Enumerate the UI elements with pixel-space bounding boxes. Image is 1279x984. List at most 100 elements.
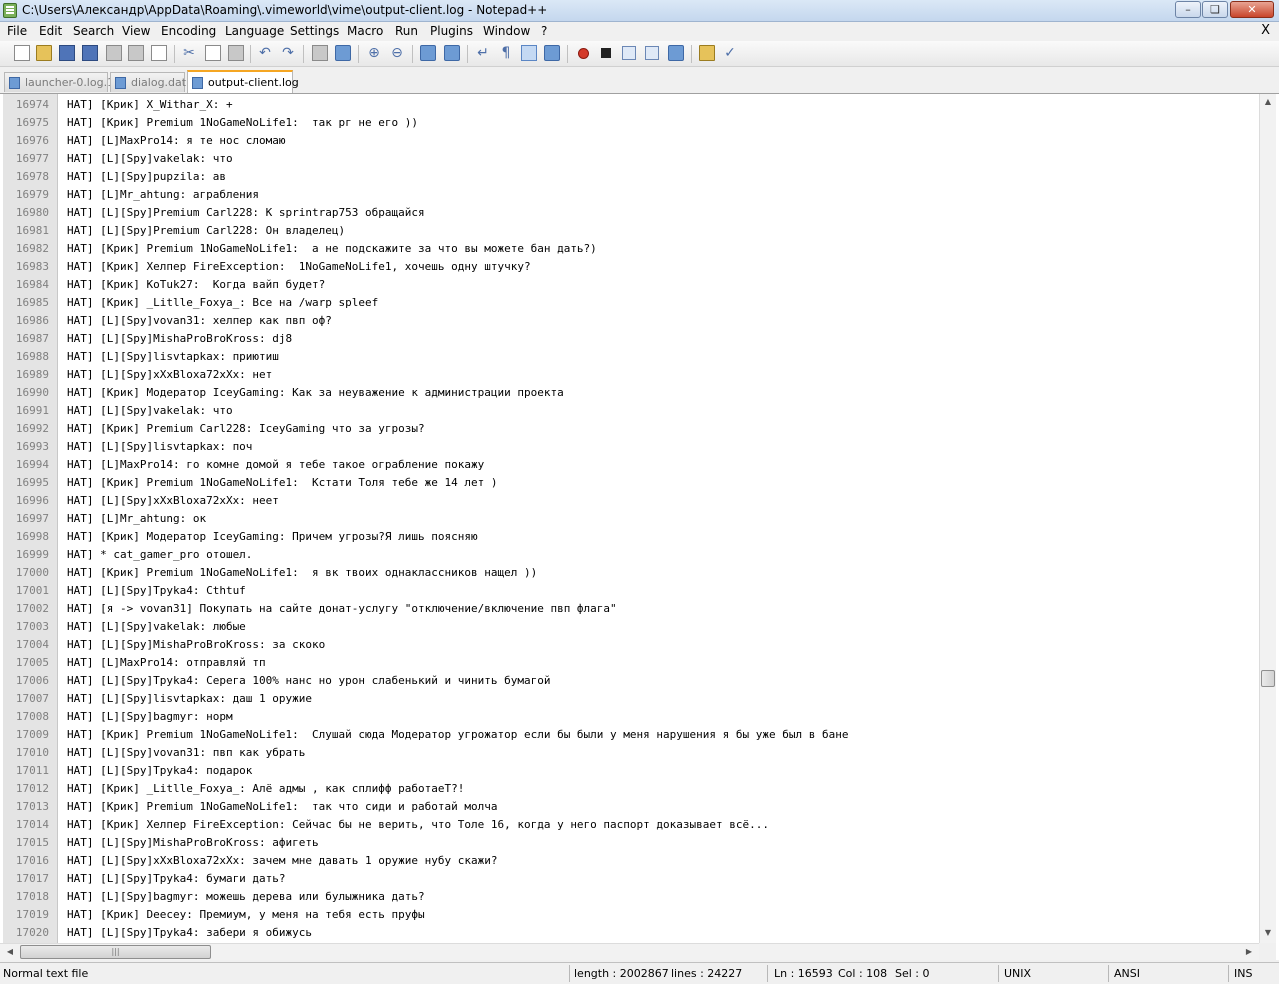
line-text[interactable]: HAT] [L]MaxPro14: я те нос сломаю — [67, 132, 286, 150]
tab-output-client-log[interactable]: output-client.log — [187, 70, 299, 93]
line-text[interactable]: HAT] [Крик] KoTuk27: Когда вайп будет? — [67, 276, 325, 294]
editor-line[interactable]: 16976 HAT] [L]MaxPro14: я те нос сломаю — [0, 132, 1258, 150]
line-text[interactable]: HAT] [L][Spy]MishaProBroKross: dj8 — [67, 330, 292, 348]
editor-line[interactable]: 16990 HAT] [Крик] Модератор IceyGaming: К… — [0, 384, 1258, 402]
document-map-icon[interactable] — [699, 45, 715, 61]
menu-view[interactable]: View — [122, 24, 150, 38]
line-text[interactable]: HAT] [L][Spy]pupzila: ав — [67, 168, 226, 186]
line-text[interactable]: HAT] [L]MaxPro14: отправляй тп — [67, 654, 266, 672]
copy-icon[interactable] — [205, 45, 221, 61]
menu-macro[interactable]: Macro — [347, 24, 383, 38]
menu-plugins[interactable]: Plugins — [430, 24, 473, 38]
editor-line[interactable]: 17003 HAT] [L][Spy]vakelak: любые — [0, 618, 1258, 636]
minimize-button[interactable]: – — [1175, 1, 1201, 18]
editor-line[interactable]: 16985 HAT] [Крик] _Litlle_Foxya_: Все на … — [0, 294, 1258, 312]
editor-line[interactable]: 16983 HAT] [Крик] Хелпер FireException: 1… — [0, 258, 1258, 276]
line-text[interactable]: HAT] * cat_gamer_pro отошел. — [67, 546, 252, 564]
notepadpp-app-icon[interactable] — [3, 3, 17, 18]
line-text[interactable]: HAT] [L][Spy]MishaProBroKross: за скоко — [67, 636, 325, 654]
editor-line[interactable]: 16981 HAT] [L][Spy]Premium Carl228: Он вл… — [0, 222, 1258, 240]
editor-line[interactable]: 17017 HAT] [L][Spy]Tpyka4: бумаги дать? — [0, 870, 1258, 888]
zoom-out-icon[interactable]: ⊖ — [389, 45, 405, 61]
editor-line[interactable]: 17001 HAT] [L][Spy]Tpyka4: Cthtuf — [0, 582, 1258, 600]
record-macro-icon[interactable] — [578, 48, 589, 59]
scroll-up-icon[interactable]: ▲ — [1260, 94, 1276, 110]
menu-window[interactable]: Window — [483, 24, 530, 38]
editor-line[interactable]: 16999 HAT] * cat_gamer_pro отошел. — [0, 546, 1258, 564]
line-text[interactable]: HAT] [Крик] Deecey: Премиум, у меня на т… — [67, 906, 425, 924]
editor-line[interactable]: 17009 HAT] [Крик] Premium 1NoGameNoLife1:… — [0, 726, 1258, 744]
editor-line[interactable]: 17004 HAT] [L][Spy]MishaProBroKross: за с… — [0, 636, 1258, 654]
editor-line[interactable]: 17008 HAT] [L][Spy]bagmyr: норм — [0, 708, 1258, 726]
line-text[interactable]: HAT] [L][Spy]bagmyr: можешь дерева или б… — [67, 888, 425, 906]
horizontal-scrollbar[interactable]: ◀ ||| ▶ — [0, 943, 1259, 960]
word-wrap-icon[interactable]: ↵ — [475, 45, 491, 61]
save-macro-icon[interactable] — [668, 45, 684, 61]
editor-line[interactable]: 16992 HAT] [Крик] Premium Carl228: IceyGa… — [0, 420, 1258, 438]
editor-line[interactable]: 16987 HAT] [L][Spy]MishaProBroKross: dj8 — [0, 330, 1258, 348]
cut-icon[interactable]: ✂ — [181, 45, 197, 61]
editor-line[interactable]: 16984 HAT] [Крик] KoTuk27: Когда вайп буд… — [0, 276, 1258, 294]
sync-vertical-icon[interactable] — [420, 45, 436, 61]
find-icon[interactable] — [312, 45, 328, 61]
editor-line[interactable]: 16991 HAT] [L][Spy]vakelak: что — [0, 402, 1258, 420]
run-macro-multiple-icon[interactable] — [645, 46, 659, 60]
close-icon[interactable] — [106, 45, 122, 61]
line-text[interactable]: HAT] [Крик] Premium 1NoGameNoLife1: Кста… — [67, 474, 497, 492]
menu-file[interactable]: File — [7, 24, 27, 38]
maximize-button[interactable]: ❏ — [1202, 1, 1228, 18]
line-text[interactable]: HAT] [L][Spy]vovan31: пвп как убрать — [67, 744, 305, 762]
line-text[interactable]: HAT] [L][Spy]Premium Carl228: Он владеле… — [67, 222, 345, 240]
editor-line[interactable]: 16989 HAT] [L][Spy]xXxBloxa72xXx: нет — [0, 366, 1258, 384]
line-text[interactable]: HAT] [L][Spy]lisvtapkax: поч — [67, 438, 252, 456]
line-text[interactable]: HAT] [Крик] Premium Carl228: IceyGaming … — [67, 420, 425, 438]
line-text[interactable]: HAT] [L][Spy]xXxBloxa72xXx: неет — [67, 492, 279, 510]
text-lines[interactable]: 16974 HAT] [Крик] X_Withar_X: + 16975 HAT] … — [0, 96, 1258, 942]
line-text[interactable]: HAT] [L][Spy]MishaProBroKross: афигеть — [67, 834, 319, 852]
line-text[interactable]: HAT] [Крик] Модератор IceyGaming: Причем… — [67, 528, 478, 546]
redo-icon[interactable]: ↷ — [280, 45, 296, 61]
editor-line[interactable]: 17006 HAT] [L][Spy]Tpyka4: Серега 100% на… — [0, 672, 1258, 690]
vertical-scrollbar[interactable]: ▲ ▼ — [1259, 94, 1276, 943]
editor-line[interactable]: 16974 HAT] [Крик] X_Withar_X: + — [0, 96, 1258, 114]
line-text[interactable]: HAT] [Крик] _Litlle_Foxya_: Все на /warp… — [67, 294, 378, 312]
show-all-characters-icon[interactable]: ¶ — [498, 45, 514, 61]
editor-line[interactable]: 17019 HAT] [Крик] Deecey: Премиум, у меня… — [0, 906, 1258, 924]
editor-line[interactable]: 16978 HAT] [L][Spy]pupzila: ав — [0, 168, 1258, 186]
line-text[interactable]: HAT] [Крик] Premium 1NoGameNoLife1: так … — [67, 798, 497, 816]
menu-run[interactable]: Run — [395, 24, 418, 38]
editor-line[interactable]: 17013 HAT] [Крик] Premium 1NoGameNoLife1:… — [0, 798, 1258, 816]
line-text[interactable]: HAT] [L]MaxPro14: го комне домой я тебе … — [67, 456, 484, 474]
editor-line[interactable]: 16977 HAT] [L][Spy]vakelak: что — [0, 150, 1258, 168]
line-text[interactable]: HAT] [L]Mr_ahtung: ок — [67, 510, 206, 528]
line-text[interactable]: HAT] [L][Spy]xXxBloxa72xXx: нет — [67, 366, 272, 384]
menu-search[interactable]: Search — [73, 24, 114, 38]
line-text[interactable]: HAT] [L][Spy]vakelak: любые — [67, 618, 246, 636]
editor-line[interactable]: 16995 HAT] [Крик] Premium 1NoGameNoLife1:… — [0, 474, 1258, 492]
editor-line[interactable]: 16994 HAT] [L]MaxPro14: го комне домой я … — [0, 456, 1258, 474]
editor-line[interactable]: 17002 HAT] [я -> vovan31] Покупать на сай… — [0, 600, 1258, 618]
menu-language[interactable]: Language — [225, 24, 284, 38]
close-button[interactable]: ✕ — [1230, 1, 1274, 18]
line-text[interactable]: HAT] [L][Spy]lisvtapkax: приютиш — [67, 348, 279, 366]
line-text[interactable]: HAT] [Крик] Premium 1NoGameNoLife1: я вк… — [67, 564, 537, 582]
line-text[interactable]: HAT] [L][Spy]vovan31: хелпер как пвп оф? — [67, 312, 332, 330]
spell-check-icon[interactable]: ✓ — [722, 45, 738, 61]
editor-line[interactable]: 17016 HAT] [L][Spy]xXxBloxa72xXx: зачем м… — [0, 852, 1258, 870]
menu-edit[interactable]: Edit — [39, 24, 62, 38]
editor-line[interactable]: 16996 HAT] [L][Spy]xXxBloxa72xXx: неет — [0, 492, 1258, 510]
save-icon[interactable] — [59, 45, 75, 61]
editor-line[interactable]: 16997 HAT] [L]Mr_ahtung: ок — [0, 510, 1258, 528]
line-text[interactable]: HAT] [L][Spy]vakelak: что — [67, 150, 233, 168]
close-all-icon[interactable] — [128, 45, 144, 61]
editor-line[interactable]: 17020 HAT] [L][Spy]Tpyka4: забери я обижу… — [0, 924, 1258, 942]
line-text[interactable]: HAT] [L][Spy]vakelak: что — [67, 402, 233, 420]
editor-line[interactable]: 16993 HAT] [L][Spy]lisvtapkax: поч — [0, 438, 1258, 456]
line-text[interactable]: HAT] [Крик] Premium 1NoGameNoLife1: а не… — [67, 240, 597, 258]
scroll-left-icon[interactable]: ◀ — [2, 944, 18, 960]
line-text[interactable]: HAT] [L][Spy]xXxBloxa72xXx: зачем мне да… — [67, 852, 497, 870]
line-text[interactable]: HAT] [L][Spy]lisvtapkax: даш 1 оружие — [67, 690, 312, 708]
line-text[interactable]: HAT] [Крик] Хелпер FireException: Сейчас… — [67, 816, 769, 834]
scroll-down-icon[interactable]: ▼ — [1260, 925, 1276, 941]
paste-icon[interactable] — [228, 45, 244, 61]
